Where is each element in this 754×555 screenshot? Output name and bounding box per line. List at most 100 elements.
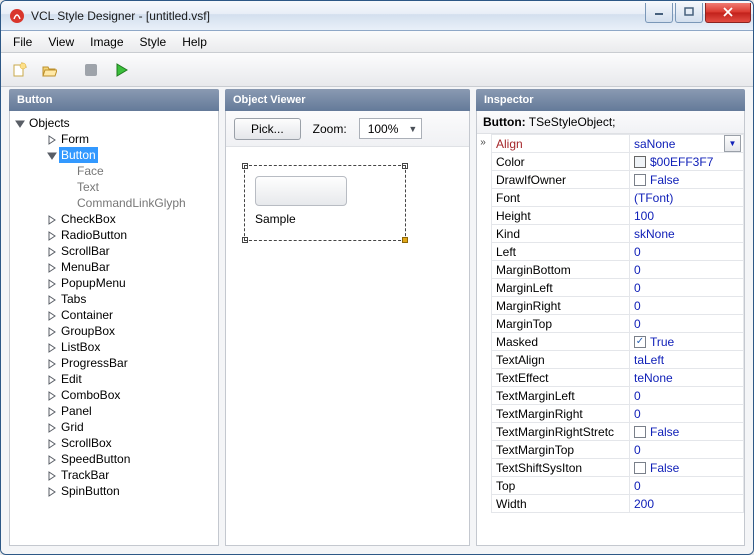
tree-item[interactable]: Panel bbox=[12, 403, 216, 419]
tree-twisty-icon[interactable] bbox=[46, 470, 57, 481]
tree-item[interactable]: Container bbox=[12, 307, 216, 323]
tree-item[interactable]: TrackBar bbox=[12, 467, 216, 483]
tree-twisty-icon[interactable] bbox=[46, 310, 57, 321]
tree-item[interactable]: RadioButton bbox=[12, 227, 216, 243]
tree-twisty-icon[interactable] bbox=[46, 278, 57, 289]
sample-button-preview[interactable] bbox=[255, 176, 347, 206]
menu-image[interactable]: Image bbox=[82, 33, 131, 51]
tree-item[interactable]: PopupMenu bbox=[12, 275, 216, 291]
property-value[interactable]: (TFont) bbox=[634, 191, 673, 205]
property-value[interactable]: $00EFF3F7 bbox=[650, 155, 713, 169]
viewer-canvas[interactable]: Sample bbox=[226, 147, 469, 259]
checkbox-icon[interactable] bbox=[634, 462, 646, 474]
tool-stop-icon[interactable] bbox=[79, 58, 103, 82]
property-row[interactable]: MarginBottom 0 bbox=[492, 261, 744, 279]
property-value[interactable]: 0 bbox=[634, 281, 641, 295]
tree-item[interactable]: Edit bbox=[12, 371, 216, 387]
tree-item[interactable]: GroupBox bbox=[12, 323, 216, 339]
property-row[interactable]: +Font (TFont) bbox=[492, 189, 744, 207]
property-row[interactable]: Left 0 bbox=[492, 243, 744, 261]
maximize-button[interactable] bbox=[675, 3, 703, 23]
property-value[interactable]: True bbox=[650, 335, 674, 349]
property-value[interactable]: 0 bbox=[634, 443, 641, 457]
tree-twisty-icon[interactable] bbox=[46, 486, 57, 497]
tree-item[interactable]: ScrollBar bbox=[12, 243, 216, 259]
tree-twisty-icon[interactable] bbox=[46, 390, 57, 401]
tree-item[interactable]: Tabs bbox=[12, 291, 216, 307]
property-value[interactable]: False bbox=[650, 425, 679, 439]
resize-handle-tr[interactable] bbox=[402, 163, 408, 169]
tree-item[interactable]: CommandLinkGlyph bbox=[12, 195, 216, 211]
tree-item[interactable]: Face bbox=[12, 163, 216, 179]
checkbox-icon[interactable] bbox=[634, 426, 646, 438]
tree-item[interactable]: CheckBox bbox=[12, 211, 216, 227]
property-value[interactable]: teNone bbox=[634, 371, 673, 385]
property-value[interactable]: taLeft bbox=[634, 353, 664, 367]
tree-twisty-icon[interactable] bbox=[46, 246, 57, 257]
property-value[interactable]: 0 bbox=[634, 245, 641, 259]
minimize-button[interactable] bbox=[645, 3, 673, 23]
property-row[interactable]: TextMarginLeft 0 bbox=[492, 387, 744, 405]
property-row[interactable]: TextMarginRightStretc False bbox=[492, 423, 744, 441]
close-button[interactable] bbox=[705, 3, 751, 23]
tree-twisty-icon[interactable] bbox=[46, 262, 57, 273]
tree-twisty-icon[interactable] bbox=[46, 454, 57, 465]
property-value[interactable]: 0 bbox=[634, 389, 641, 403]
property-row[interactable]: Kind skNone bbox=[492, 225, 744, 243]
tree-twisty-icon[interactable] bbox=[46, 358, 57, 369]
tree-twisty-icon[interactable] bbox=[46, 406, 57, 417]
property-row[interactable]: TextEffect teNone bbox=[492, 369, 744, 387]
property-row[interactable]: Color $00EFF3F7 bbox=[492, 153, 744, 171]
tree-twisty-icon[interactable] bbox=[46, 230, 57, 241]
tree-twisty-icon[interactable] bbox=[14, 118, 25, 129]
property-value[interactable]: 0 bbox=[634, 479, 641, 493]
menu-file[interactable]: File bbox=[5, 33, 40, 51]
property-row[interactable]: MarginLeft 0 bbox=[492, 279, 744, 297]
menu-help[interactable]: Help bbox=[174, 33, 215, 51]
objects-tree[interactable]: ObjectsFormButtonFaceTextCommandLinkGlyp… bbox=[10, 111, 218, 503]
objects-tree-body[interactable]: ObjectsFormButtonFaceTextCommandLinkGlyp… bbox=[9, 111, 219, 546]
property-value[interactable]: saNone bbox=[634, 137, 675, 151]
tree-item[interactable]: ProgressBar bbox=[12, 355, 216, 371]
property-row[interactable]: Top 0 bbox=[492, 477, 744, 495]
checkbox-icon[interactable]: ✓ bbox=[634, 336, 646, 348]
property-row[interactable]: TextShiftSysIton False bbox=[492, 459, 744, 477]
property-value[interactable]: False bbox=[650, 173, 679, 187]
tree-item[interactable]: SpeedButton bbox=[12, 451, 216, 467]
property-row[interactable]: Width 200 bbox=[492, 495, 744, 513]
pick-button[interactable]: Pick... bbox=[234, 118, 301, 140]
property-row[interactable]: TextMarginRight 0 bbox=[492, 405, 744, 423]
property-row[interactable]: TextAlign taLeft bbox=[492, 351, 744, 369]
property-row[interactable]: Height 100 bbox=[492, 207, 744, 225]
tree-item[interactable]: Grid bbox=[12, 419, 216, 435]
property-row[interactable]: Align saNone▼ bbox=[492, 135, 744, 153]
tool-run-icon[interactable] bbox=[109, 58, 133, 82]
tree-twisty-icon[interactable] bbox=[46, 294, 57, 305]
tree-twisty-icon[interactable] bbox=[46, 438, 57, 449]
checkbox-icon[interactable] bbox=[634, 174, 646, 186]
property-row[interactable]: TextMarginTop 0 bbox=[492, 441, 744, 459]
title-bar[interactable]: VCL Style Designer - [untitled.vsf] bbox=[1, 1, 753, 31]
property-value[interactable]: 0 bbox=[634, 263, 641, 277]
tree-item[interactable]: Form bbox=[12, 131, 216, 147]
resize-handle-bl[interactable] bbox=[242, 237, 248, 243]
property-value[interactable]: 0 bbox=[634, 299, 641, 313]
property-grid[interactable]: Align saNone▼ Color $00EFF3F7 DrawIfOwne… bbox=[491, 134, 744, 513]
tree-twisty-icon[interactable] bbox=[46, 214, 57, 225]
tool-open-icon[interactable] bbox=[37, 58, 61, 82]
tree-item[interactable]: ListBox bbox=[12, 339, 216, 355]
tree-item[interactable]: ComboBox bbox=[12, 387, 216, 403]
tree-root[interactable]: Objects bbox=[12, 115, 216, 131]
property-value[interactable]: 200 bbox=[634, 497, 654, 511]
property-row[interactable]: MarginRight 0 bbox=[492, 297, 744, 315]
property-row[interactable]: Masked ✓True bbox=[492, 333, 744, 351]
resize-handle-br[interactable] bbox=[402, 237, 408, 243]
menu-style[interactable]: Style bbox=[132, 33, 175, 51]
tree-twisty-icon[interactable] bbox=[46, 150, 57, 161]
selection-box[interactable]: Sample bbox=[244, 165, 406, 241]
property-value[interactable]: 0 bbox=[634, 317, 641, 331]
property-value[interactable]: skNone bbox=[634, 227, 675, 241]
tree-twisty-icon[interactable] bbox=[46, 342, 57, 353]
property-row[interactable]: DrawIfOwner False bbox=[492, 171, 744, 189]
tree-twisty-icon[interactable] bbox=[46, 326, 57, 337]
